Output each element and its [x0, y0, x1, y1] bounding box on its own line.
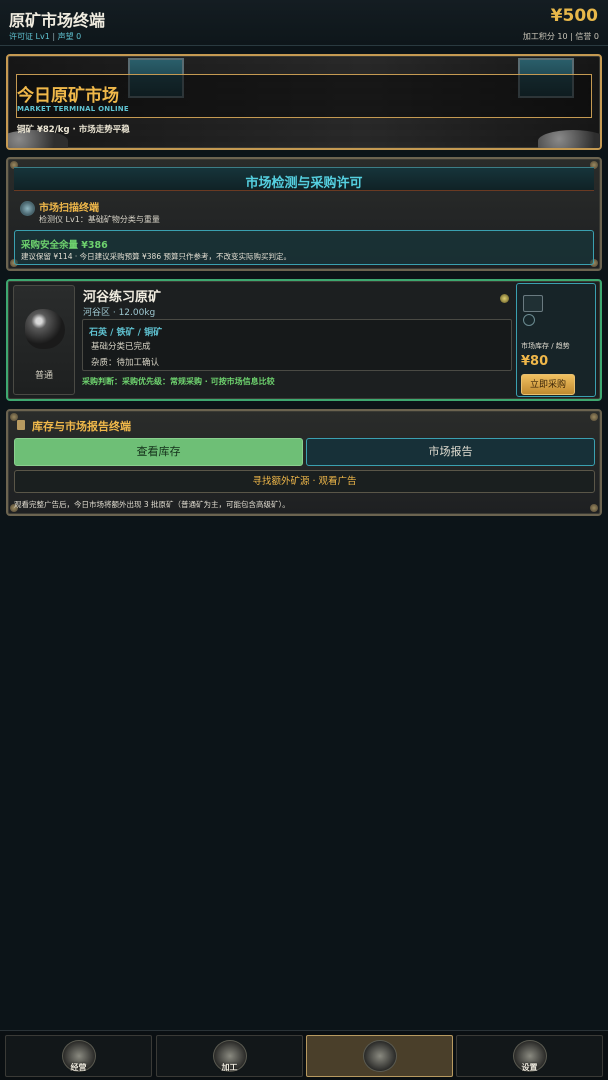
nav-tab-label: 设置	[521, 1063, 538, 1072]
ore-badge-icon	[500, 294, 509, 303]
rivet	[590, 504, 598, 512]
storage-title: 库存与市场报告终端	[32, 420, 131, 433]
bottom-navigation: 经营 加工 设置	[0, 1030, 608, 1080]
scanner-description: 检测仪 Lv1：基础矿物分类与重量	[39, 215, 160, 224]
safety-margin-title: 采购安全余量 ¥386	[21, 240, 108, 251]
hero-title: 今日原矿市场	[17, 86, 119, 106]
ore-pile-decoration	[538, 130, 600, 148]
reputation-value: 声望 0	[57, 32, 82, 41]
rivet	[590, 413, 598, 421]
ore-info-box: 石英 / 铁矿 / 铜矿 基础分类已完成 杂质：待加工确认	[82, 319, 512, 371]
stock-trend-label: 市场库存 / 趋势	[521, 342, 570, 350]
trend-chart-icon[interactable]	[523, 295, 543, 312]
ore-grade: 普通	[34, 371, 53, 381]
nav-tab-business[interactable]: 经营	[5, 1035, 152, 1077]
nav-tab-label: 加工	[221, 1063, 238, 1072]
money-balance: ¥500	[550, 6, 598, 26]
terminal-icon	[17, 420, 25, 430]
page-title: 原矿市场终端	[9, 11, 106, 30]
ore-price: ¥80	[521, 354, 549, 369]
ore-emblem-icon	[363, 1040, 397, 1072]
purchase-judgement: 采购判断：采购优先级：常规采购 · 可按市场信息比较	[82, 377, 275, 386]
license-level: 许可证 Lv1	[9, 32, 50, 41]
buy-now-button[interactable]: 立即采购	[521, 374, 575, 395]
ore-mineral-types: 石英 / 铁矿 / 铜矿	[89, 328, 163, 338]
ore-name: 河谷练习原矿	[83, 290, 162, 305]
ore-listing-card[interactable]: 普通 河谷练习原矿 河谷区 · 12.00kg 石英 / 铁矿 / 铜矿 基础分…	[6, 279, 602, 401]
purchase-safety-box: 采购安全余量 ¥386 建议保留 ¥114 · 今日建议采购预算 ¥386 预算…	[14, 230, 594, 265]
nav-tab-settings[interactable]: 设置	[456, 1035, 603, 1077]
scanner-title: 市场扫描终端	[39, 203, 99, 214]
storage-report-panel: 库存与市场报告终端 查看库存 市场报告 寻找额外矿源 · 观看广告 观看完整广告…	[6, 409, 602, 516]
ore-rock-icon	[25, 309, 65, 349]
ore-classification-status: 基础分类已完成	[91, 342, 151, 352]
ad-note: 观看完整广告后，今日市场将额外出现 3 批原矿（普通矿为主，可能包含高级矿）。	[14, 500, 290, 509]
market-hero-banner: 今日原矿市场 MARKET TERMINAL ONLINE 铜矿 ¥82/kg …	[6, 54, 602, 150]
gauge-icon	[523, 314, 535, 326]
hero-market-info: 铜矿 ¥82/kg · 市场走势平稳	[17, 125, 130, 135]
market-report-button[interactable]: 市场报告	[306, 438, 595, 466]
top-header: 原矿市场终端 许可证 Lv1 | 声望 0 ¥500 加工积分 10 | 信誉 …	[0, 0, 608, 46]
processing-points: 加工积分 10	[522, 32, 568, 41]
hero-subtitle: MARKET TERMINAL ONLINE	[17, 105, 129, 113]
ore-price-panel: 市场库存 / 趋势 ¥80 立即采购	[516, 283, 596, 397]
detection-title: 市场检测与采购许可	[245, 176, 363, 191]
watch-ad-button[interactable]: 寻找额外矿源 · 观看广告	[14, 470, 595, 493]
ore-impurity: 杂质：待加工确认	[91, 358, 160, 368]
nav-tab-label: 经营	[70, 1063, 87, 1072]
credit-value: 信誉 0	[575, 32, 599, 41]
nav-tab-market[interactable]	[306, 1035, 453, 1077]
safety-margin-description: 建议保留 ¥114 · 今日建议采购预算 ¥386 预算只作参考，不改变实际购买…	[21, 252, 291, 261]
nav-tab-processing[interactable]: 加工	[156, 1035, 303, 1077]
detection-panel: 市场检测与采购许可 市场扫描终端 检测仪 Lv1：基础矿物分类与重量 采购安全余…	[6, 157, 602, 271]
ore-origin-weight: 河谷区 · 12.00kg	[83, 308, 156, 318]
points-credit: 加工积分 10 | 信誉 0	[523, 31, 599, 42]
scanner-icon	[20, 201, 35, 216]
ore-thumbnail: 普通	[13, 285, 75, 395]
license-reputation: 许可证 Lv1 | 声望 0	[9, 31, 81, 42]
view-inventory-button[interactable]: 查看库存	[14, 438, 303, 466]
